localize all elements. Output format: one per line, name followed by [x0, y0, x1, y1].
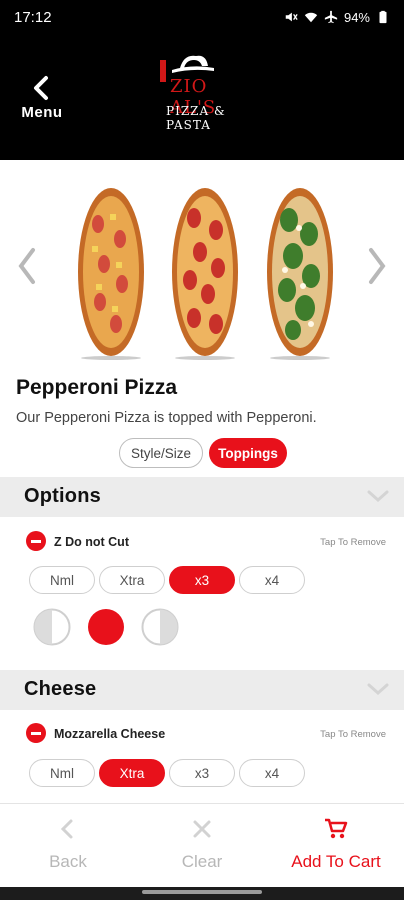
option-name: Mozzarella Cheese [54, 727, 166, 741]
options-section-header[interactable]: Options [0, 477, 404, 517]
back-button[interactable]: Back [8, 816, 128, 872]
section-title: Options [24, 485, 101, 507]
remove-icon[interactable] [26, 723, 46, 743]
status-time: 17:12 [14, 8, 52, 26]
remove-icon[interactable] [26, 531, 46, 551]
bottom-action-bar: Back Clear Add To Cart [0, 803, 404, 887]
status-bar: 17:12 94% [0, 0, 404, 34]
quantity-xtra[interactable]: Xtra [99, 566, 165, 594]
tap-to-remove-hint[interactable]: Tap To Remove [320, 729, 386, 740]
menu-label: Menu [21, 104, 63, 121]
quantity-x4[interactable]: x4 [239, 759, 305, 787]
quantity-x3[interactable]: x3 [169, 566, 235, 594]
cheese-section-header[interactable]: Cheese [0, 670, 404, 710]
toppings-tab[interactable]: Toppings [209, 438, 287, 468]
add-to-cart-button[interactable]: Add To Cart [276, 816, 396, 872]
airplane-icon [324, 10, 338, 24]
chevron-left-icon [60, 819, 73, 839]
chevron-down-icon[interactable] [366, 487, 390, 505]
quantity-nml[interactable]: Nml [29, 759, 95, 787]
left-half-placement-icon[interactable] [33, 608, 71, 646]
cart-icon [325, 818, 348, 839]
style-size-tab[interactable]: Style/Size [119, 438, 203, 468]
mute-icon [285, 12, 298, 22]
battery-icon [379, 10, 387, 24]
quantity-xtra[interactable]: Xtra [99, 759, 165, 787]
pepperoni-pizza-image[interactable] [170, 184, 240, 360]
battery-percent: 94% [343, 9, 370, 25]
product-title: Pepperoni Pizza [16, 376, 178, 399]
product-description: Our Pepperoni Pizza is topped with Peppe… [16, 410, 317, 426]
chevron-left-icon [18, 248, 35, 284]
clear-label: Clear [181, 852, 223, 871]
logo: ZIO AL'S PIZZA & PASTA [150, 52, 260, 132]
back-label: Back [49, 852, 87, 871]
app-header: Menu ZIO AL'S PIZZA & PASTA [0, 34, 404, 160]
carousel-next-button[interactable] [362, 246, 392, 286]
right-half-placement-icon[interactable] [141, 608, 179, 646]
whole-placement-icon[interactable] [87, 608, 125, 646]
clear-button[interactable]: Clear [142, 816, 262, 872]
carousel-prev-button[interactable] [12, 246, 42, 286]
option-name: Z Do not Cut [54, 535, 129, 549]
hawaiian-pizza-image[interactable] [76, 184, 146, 360]
close-icon [193, 820, 211, 838]
logo-subtitle: PIZZA & PASTA [166, 104, 226, 132]
chevron-right-icon [369, 248, 386, 284]
quantity-x4[interactable]: x4 [239, 566, 305, 594]
chevron-left-icon [34, 76, 48, 100]
chevron-down-icon[interactable] [366, 680, 390, 698]
add-to-cart-label: Add To Cart [291, 852, 381, 871]
status-icons: 94% [284, 10, 390, 25]
wifi-icon [304, 12, 318, 23]
home-gesture-handle[interactable] [142, 890, 262, 894]
quantity-x3[interactable]: x3 [169, 759, 235, 787]
spinach-pizza-image[interactable] [265, 184, 335, 360]
quantity-nml[interactable]: Nml [29, 566, 95, 594]
menu-button[interactable]: Menu [18, 74, 66, 124]
tap-to-remove-hint[interactable]: Tap To Remove [320, 537, 386, 548]
section-title: Cheese [24, 678, 97, 700]
pizza-carousel[interactable] [0, 168, 404, 368]
